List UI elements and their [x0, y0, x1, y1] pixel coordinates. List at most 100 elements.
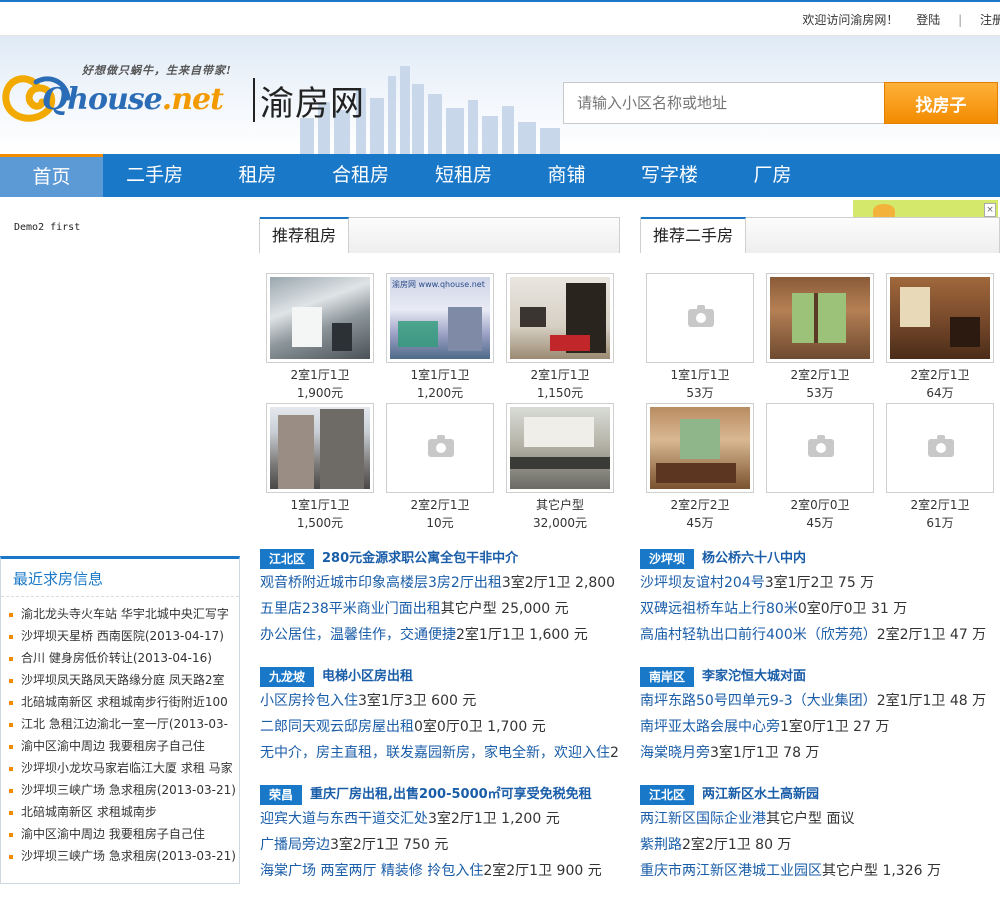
- district-badge[interactable]: 荣昌: [260, 785, 303, 805]
- logo-brand-suffix: .net: [161, 82, 224, 117]
- listing-link[interactable]: 无中介，房主直租，联发嘉园新房，家电全新，欢迎入住: [260, 745, 610, 761]
- list-item[interactable]: 合川 健身房低价转让(2013-04-16): [9, 647, 235, 669]
- listing-layout: 2室2厅1卫: [790, 368, 850, 382]
- listing-link[interactable]: 小区房拎包入住: [260, 693, 358, 709]
- district-headline[interactable]: 280元金源求职公寓全包干非中介: [322, 548, 518, 570]
- sale-listing-6[interactable]: 2室2厅1卫 61万: [886, 403, 994, 532]
- list-item[interactable]: 北碚城南新区 求租城南步行街附近100: [9, 691, 235, 713]
- listing-price: 45万: [806, 516, 834, 530]
- list-item[interactable]: 沙坪坝小龙坎马家岩临江大厦 求租 马家: [9, 757, 235, 779]
- listing-layout: 2室2厅2卫: [670, 498, 730, 512]
- list-item[interactable]: 沙坪坝三峡广场 急求租房(2013-03-21): [9, 779, 235, 801]
- tab-recommended-rent[interactable]: 推荐租房: [260, 217, 350, 253]
- sale-listing-4[interactable]: 2室2厅2卫 45万: [646, 403, 754, 532]
- sale-listing-5[interactable]: 2室0厅0卫 45万: [766, 403, 874, 532]
- listing-price: 32,000元: [533, 516, 587, 530]
- main-nav: 首页 二手房 租房 合租房 短租房 商铺 写字楼 厂房: [0, 154, 1000, 197]
- district-headline[interactable]: 杨公桥六十八中内: [702, 548, 806, 570]
- listing-layout: 2室2厅1卫: [410, 498, 470, 512]
- list-item[interactable]: 江北 急租江边渝北一室一厅(2013-03-: [9, 713, 235, 735]
- nav-item-rent[interactable]: 租房: [206, 154, 309, 197]
- listing-row: 无中介，房主直租，联发嘉园新房，家电全新，欢迎入住2: [260, 740, 620, 766]
- district-badge[interactable]: 九龙坡: [260, 667, 315, 687]
- list-item[interactable]: 沙坪坝三峡广场 急求租房(2013-03-21): [9, 845, 235, 867]
- listing-link[interactable]: 沙坪坝友谊村204号: [640, 575, 765, 591]
- login-link[interactable]: 登陆: [916, 13, 940, 27]
- listing-row: 观音桥附近城市印象高楼层3房2厅出租3室2厅1卫 2,800: [260, 570, 620, 596]
- listing-link[interactable]: 南坪东路50号四单元9-3（大业集团）: [640, 693, 877, 709]
- photo-watermark: 渝房网 www.qhouse.net: [392, 280, 485, 289]
- sale-listing-3[interactable]: 2室2厅1卫 64万: [886, 273, 994, 402]
- nav-item-short-rent[interactable]: 短租房: [412, 154, 515, 197]
- site-logo[interactable]: 好想做只蜗牛，生来自带家! Qhouse.net 渝房网: [2, 62, 402, 132]
- listing-price: 1,150元: [536, 386, 584, 400]
- listing-link[interactable]: 紫荆路: [640, 837, 682, 853]
- list-item[interactable]: 渝中区渝中周边 我要租房子自己住: [9, 735, 235, 757]
- listing-info: 2室1厅1卫 1,600 元: [456, 627, 588, 643]
- listing-link[interactable]: 两江新区国际企业港: [640, 811, 766, 827]
- sale-section-header: 推荐二手房: [640, 217, 1000, 253]
- district-block-rongchang: 荣昌 重庆厂房出租,出售200-5000㎡可享受免税免租 迎宾大道与东西干道交汇处…: [260, 784, 620, 884]
- listing-row: 沙坪坝友谊村204号3室1厅2卫 75 万: [640, 570, 1000, 596]
- listing-link[interactable]: 办公居住，温馨佳作，交通便捷: [260, 627, 456, 643]
- district-badge[interactable]: 江北区: [640, 785, 695, 805]
- listing-info: 2室1厅1卫 48 万: [876, 693, 987, 709]
- listing-row: 双碑远祖桥车站上行80米0室0厅0卫 31 万: [640, 596, 1000, 622]
- listing-layout: 1室1厅1卫: [670, 368, 730, 382]
- ad-banner[interactable]: ×: [853, 200, 998, 218]
- district-headline[interactable]: 重庆厂房出租,出售200-5000㎡可享受免税免租: [310, 784, 592, 806]
- rent-listing-2[interactable]: 渝房网 www.qhouse.net 1室1厅1卫 1,200元: [386, 273, 494, 402]
- rent-listing-1[interactable]: 2室1厅1卫 1,900元: [266, 273, 374, 402]
- district-block-nanan: 南岸区 李家沱恒大城对面 南坪东路50号四单元9-3（大业集团）2室1厅1卫 48…: [640, 666, 1000, 766]
- list-item[interactable]: 渝北龙头寺火车站 华宇北城中央汇写字: [9, 603, 235, 625]
- nav-item-shops[interactable]: 商铺: [515, 154, 618, 197]
- nav-item-home[interactable]: 首页: [0, 154, 103, 197]
- list-item[interactable]: 北碚城南新区 求租城南步: [9, 801, 235, 823]
- rent-section-header: 推荐租房: [259, 217, 620, 253]
- listing-link[interactable]: 二郎同天观云邸房屋出租: [260, 719, 414, 735]
- rent-listing-3[interactable]: 2室1厅1卫 1,150元: [506, 273, 614, 402]
- nav-item-offices[interactable]: 写字楼: [618, 154, 721, 197]
- register-link[interactable]: 注册: [980, 13, 1000, 27]
- close-icon[interactable]: ×: [984, 203, 996, 217]
- listing-row: 紫荆路2室2厅1卫 80 万: [640, 832, 1000, 858]
- listing-link[interactable]: 迎宾大道与东西干道交汇处: [260, 811, 428, 827]
- rent-listing-4[interactable]: 1室1厅1卫 1,500元: [266, 403, 374, 532]
- sale-listing-2[interactable]: 2室2厅1卫 53万: [766, 273, 874, 402]
- search-button[interactable]: 找房子: [884, 82, 998, 124]
- district-badge[interactable]: 江北区: [260, 549, 315, 569]
- district-headline[interactable]: 李家沱恒大城对面: [702, 666, 806, 688]
- camera-icon: [428, 435, 454, 457]
- nav-item-second-hand[interactable]: 二手房: [103, 154, 206, 197]
- district-badge[interactable]: 南岸区: [640, 667, 695, 687]
- listing-link[interactable]: 南坪亚太路会展中心旁: [640, 719, 780, 735]
- listing-link[interactable]: 观音桥附近城市印象高楼层3房2厅出租: [260, 575, 502, 591]
- sale-listing-1[interactable]: 1室1厅1卫 53万: [646, 273, 754, 402]
- nav-item-shared-rent[interactable]: 合租房: [309, 154, 412, 197]
- listing-link[interactable]: 五里店238平米商业门面出租: [260, 601, 441, 617]
- district-headline[interactable]: 电梯小区房出租: [322, 666, 413, 688]
- listing-price: 1,900元: [296, 386, 344, 400]
- listing-link[interactable]: 双碑远祖桥车站上行80米: [640, 601, 798, 617]
- rent-listing-6[interactable]: 其它户型 32,000元: [506, 403, 614, 532]
- search-input[interactable]: [563, 82, 885, 124]
- list-item[interactable]: 渝中区渝中周边 我要租房子自己住: [9, 823, 235, 845]
- nav-item-factories[interactable]: 厂房: [721, 154, 824, 197]
- district-headline[interactable]: 两江新区水土高新园: [702, 784, 819, 806]
- district-block-shapingba: 沙坪坝 杨公桥六十八中内 沙坪坝友谊村204号3室1厅2卫 75 万 双碑远祖桥车…: [640, 548, 1000, 648]
- listing-info: 3室1厅1卫 78 万: [710, 745, 820, 761]
- district-badge[interactable]: 沙坪坝: [640, 549, 695, 569]
- listing-link[interactable]: 广播局旁边: [260, 837, 330, 853]
- rent-listing-5[interactable]: 2室2厅1卫 10元: [386, 403, 494, 532]
- top-links: 欢迎访问渝房网！ 登陆 | 注册: [788, 11, 1000, 28]
- list-item[interactable]: 沙坪坝天星桥 西南医院(2013-04-17): [9, 625, 235, 647]
- listing-link[interactable]: 高庙村轻轨出口前行400米（欣芳苑）: [640, 627, 877, 643]
- listing-link[interactable]: 海棠晓月旁: [640, 745, 710, 761]
- welcome-text: 欢迎访问渝房网！: [802, 13, 899, 27]
- listing-photo: 渝房网 www.qhouse.net: [390, 277, 490, 359]
- listing-link[interactable]: 海棠广场 两室两厅 精装修 拎包入住: [260, 863, 483, 879]
- tab-recommended-sale[interactable]: 推荐二手房: [641, 217, 747, 253]
- list-item[interactable]: 沙坪坝凤天路凤天路缘分庭 凤天路2室: [9, 669, 235, 691]
- listing-link[interactable]: 重庆市两江新区港城工业园区: [640, 863, 822, 879]
- listing-photo: [270, 277, 370, 359]
